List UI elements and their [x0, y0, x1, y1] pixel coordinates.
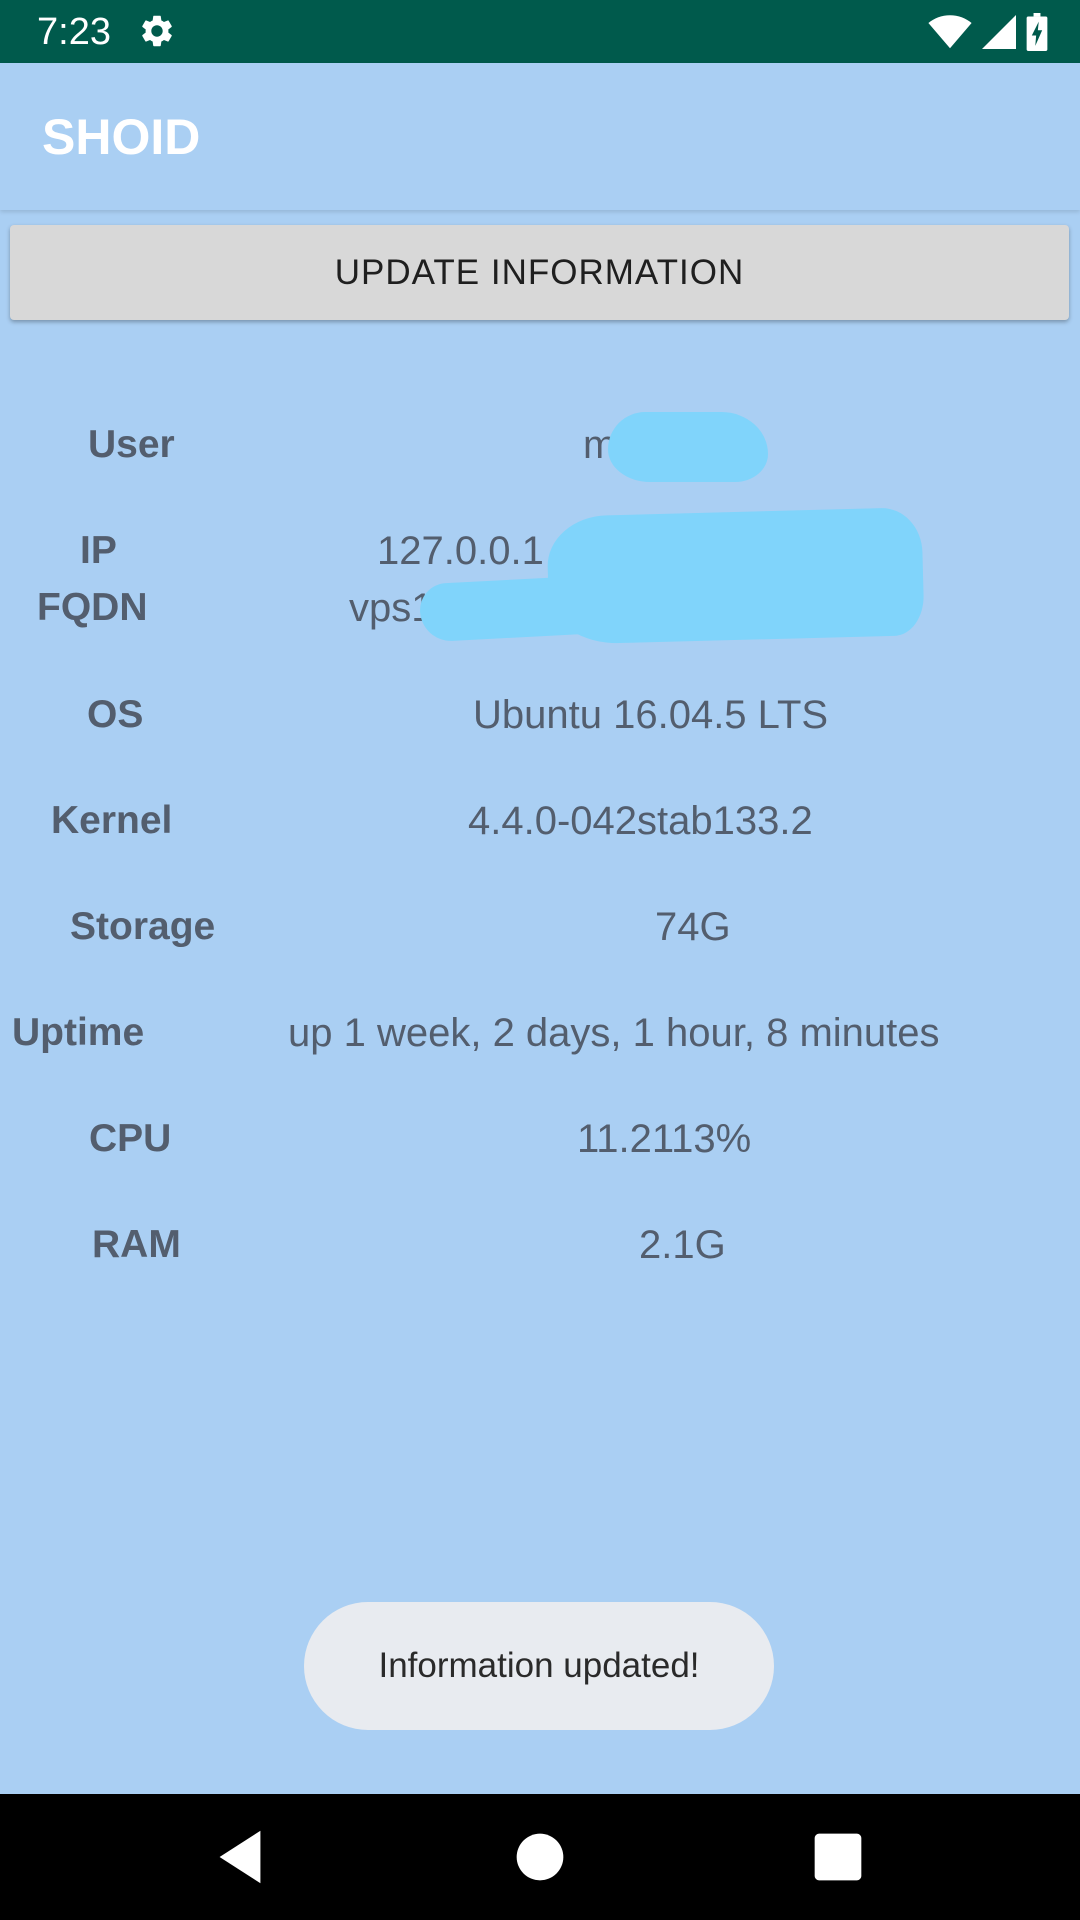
storage-value: 74G	[655, 905, 731, 949]
home-icon[interactable]	[505, 1822, 575, 1892]
nav-bar	[0, 1794, 1080, 1920]
status-bar: 7:23	[0, 0, 1080, 63]
os-value: Ubuntu 16.04.5 LTS	[473, 693, 829, 737]
ip-label: IP	[80, 529, 117, 572]
gear-icon	[142, 15, 172, 47]
back-icon[interactable]	[205, 1822, 275, 1892]
toast: Information updated!	[304, 1602, 774, 1730]
toast-message: Information updated!	[378, 1646, 700, 1685]
status-icons	[928, 12, 1048, 52]
battery-icon	[1026, 13, 1048, 51]
ip-value: 127.0.0.1	[377, 529, 544, 573]
cpu-label: CPU	[89, 1117, 172, 1160]
storage-label: Storage	[70, 905, 216, 948]
ram-label: RAM	[92, 1223, 181, 1266]
redaction-scribble-user	[608, 412, 768, 482]
app-bar: SHOID	[0, 63, 1080, 210]
fqdn-label: FQDN	[37, 586, 148, 629]
update-information-button[interactable]: UPDATE INFORMATION	[10, 225, 1069, 320]
ram-value: 2.1G	[639, 1223, 726, 1267]
uptime-label: Uptime	[12, 1011, 145, 1054]
status-time: 7:23	[37, 11, 111, 53]
signal-icon	[982, 15, 1016, 49]
recents-icon[interactable]	[803, 1822, 873, 1892]
os-label: OS	[87, 693, 144, 736]
kernel-label: Kernel	[51, 799, 173, 842]
uptime-value: up 1 week, 2 days, 1 hour, 8 minutes	[288, 1011, 940, 1055]
kernel-value: 4.4.0-042stab133.2	[468, 799, 813, 843]
wifi-icon	[928, 15, 972, 49]
cpu-value: 11.2113%	[577, 1117, 752, 1161]
app-title: SHOID	[42, 109, 201, 165]
user-label: User	[88, 423, 175, 466]
